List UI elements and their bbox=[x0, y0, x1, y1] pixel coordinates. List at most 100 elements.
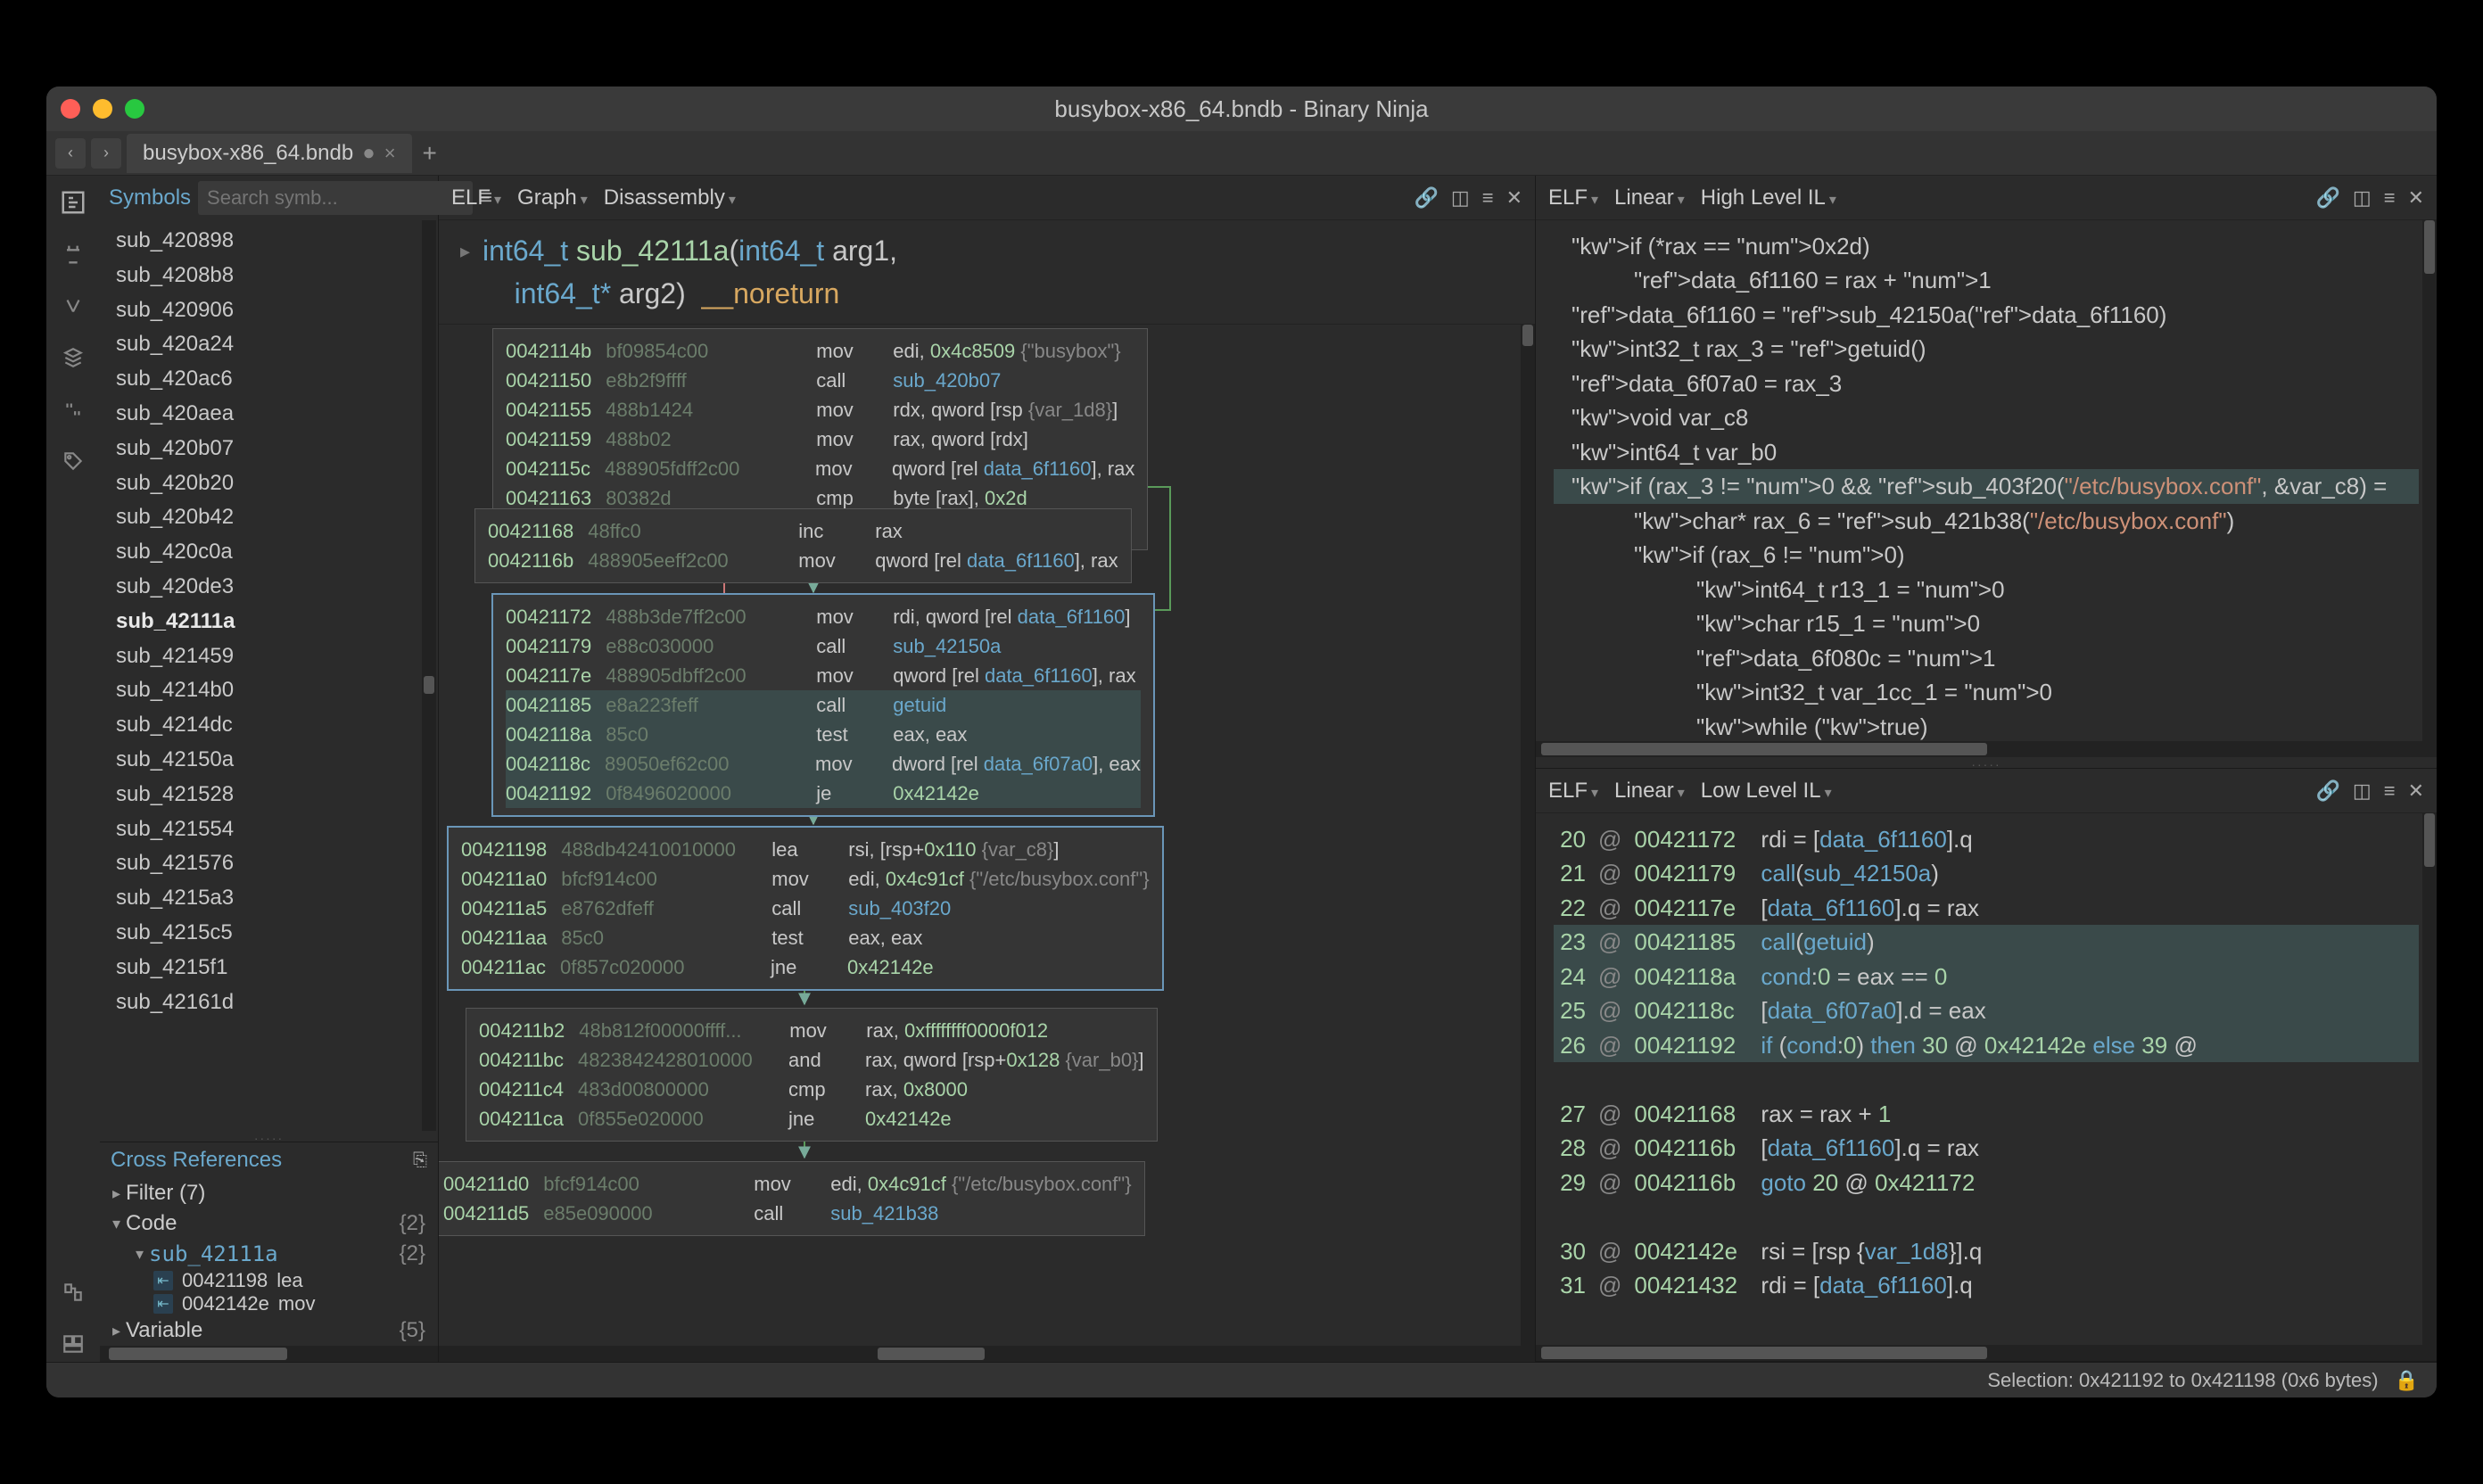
view-select[interactable]: Linear▾ bbox=[1614, 779, 1685, 804]
graph-hscroll[interactable] bbox=[439, 1346, 1535, 1362]
hlil-hscroll[interactable] bbox=[1536, 741, 2437, 757]
split-icon[interactable]: ◫ bbox=[2353, 186, 2372, 210]
symbol-item[interactable]: sub_42161d bbox=[100, 985, 438, 1020]
pane-resizer[interactable]: ····· bbox=[1536, 757, 2437, 768]
hlil-line[interactable]: "kw">int64_t r13_1 = "num">0 bbox=[1554, 573, 2419, 606]
graph-block[interactable]: 00421198488db42410010000learsi, [rsp+0x1… bbox=[448, 827, 1163, 990]
symbol-item[interactable]: sub_420ac6 bbox=[100, 362, 438, 397]
hlil-line[interactable]: "kw">int64_t var_b0 bbox=[1554, 435, 2419, 469]
hlil-line[interactable]: "kw">char r15_1 = "num">0 bbox=[1554, 606, 2419, 640]
asm-line[interactable]: 0042116848ffc0incrax bbox=[488, 516, 1118, 546]
symbol-item[interactable]: sub_421554 bbox=[100, 812, 438, 847]
asm-line[interactable]: 00421179e88c030000callsub_42150a bbox=[506, 631, 1141, 661]
asm-line[interactable]: 004211ca0f855e020000jne0x42142e bbox=[479, 1104, 1144, 1134]
types-icon[interactable] bbox=[55, 236, 91, 272]
link-icon[interactable]: 🔗 bbox=[2316, 186, 2340, 210]
xref-filter-row[interactable]: ▸Filter (7) bbox=[100, 1178, 438, 1208]
format-select[interactable]: ELF▾ bbox=[1548, 186, 1598, 210]
nav-forward-button[interactable]: › bbox=[91, 138, 121, 169]
hlil-line[interactable]: "kw">if (rax_6 != "num">0) bbox=[1554, 538, 2419, 572]
panel-resizer[interactable]: ····· bbox=[100, 1131, 438, 1142]
asm-line[interactable]: 0042118c89050ef62c00movdword [rel data_6… bbox=[506, 749, 1141, 779]
stack-icon[interactable] bbox=[55, 340, 91, 375]
symbol-item[interactable]: sub_420898 bbox=[100, 224, 438, 259]
symbol-item[interactable]: sub_4215f1 bbox=[100, 951, 438, 985]
llil-code[interactable]: 20@00421172rdi = [data_6f1160].q21@00421… bbox=[1536, 813, 2437, 1345]
menu-icon[interactable]: ≡ bbox=[2384, 779, 2396, 803]
llil-line[interactable]: 24@0042118acond:0 = eax == 0 bbox=[1554, 960, 2419, 993]
symbol-item[interactable]: sub_42150a bbox=[100, 743, 438, 778]
asm-line[interactable]: 004211a5e8762dfeffcallsub_403f20 bbox=[461, 894, 1150, 923]
xref-leaf[interactable]: ⇤ 0042142e mov bbox=[100, 1292, 438, 1315]
split-icon[interactable]: ◫ bbox=[1451, 186, 1470, 210]
symbol-item[interactable]: sub_4214b0 bbox=[100, 673, 438, 708]
symbol-item[interactable]: sub_420b07 bbox=[100, 432, 438, 466]
xref-hscroll[interactable] bbox=[100, 1346, 438, 1362]
close-window-button[interactable] bbox=[61, 99, 80, 119]
symbol-item[interactable]: sub_4215c5 bbox=[100, 916, 438, 951]
symbol-item[interactable]: sub_4208b8 bbox=[100, 259, 438, 293]
console-icon[interactable] bbox=[55, 1326, 91, 1362]
llil-line[interactable]: 21@00421179call(sub_42150a) bbox=[1554, 856, 2419, 890]
symbol-item[interactable]: sub_4214dc bbox=[100, 708, 438, 743]
menu-icon[interactable]: ≡ bbox=[2384, 186, 2396, 210]
llil-line[interactable]: 26@00421192if (cond:0) then 30 @ 0x42142… bbox=[1554, 1028, 2419, 1062]
xref-variable-row[interactable]: ▸Variable {5} bbox=[100, 1315, 438, 1346]
xref-code-row[interactable]: ▾Code {2} bbox=[100, 1208, 438, 1239]
asm-line[interactable]: 004211aa85c0testeax, eax bbox=[461, 923, 1150, 952]
asm-line[interactable]: 00421185e8a223feffcallgetuid bbox=[506, 690, 1141, 720]
llil-line[interactable]: 30@0042142ersi = [rsp {var_1d8}].q bbox=[1554, 1234, 2419, 1268]
view-select[interactable]: Graph▾ bbox=[517, 186, 588, 210]
symbols-icon[interactable] bbox=[55, 185, 91, 220]
link-icon[interactable]: 🔗 bbox=[1415, 186, 1439, 210]
llil-hscroll[interactable] bbox=[1536, 1345, 2437, 1361]
hlil-line[interactable]: "kw">while ("kw">true) bbox=[1554, 710, 2419, 741]
xref-code-fn-row[interactable]: ▾sub_42111a {2} bbox=[100, 1239, 438, 1269]
asm-line[interactable]: 004211ac0f857c020000jne0x42142e bbox=[461, 952, 1150, 982]
symbols-scrollbar[interactable] bbox=[422, 220, 436, 1131]
symbol-item[interactable]: sub_421576 bbox=[100, 846, 438, 881]
il-select[interactable]: High Level IL▾ bbox=[1701, 186, 1836, 210]
graph-block[interactable]: 004211d0bfcf914c00movedi, 0x4c91cf {"/et… bbox=[439, 1161, 1145, 1236]
symbol-item[interactable]: sub_420aea bbox=[100, 397, 438, 432]
llil-line[interactable]: 25@0042118c[data_6f07a0].d = eax bbox=[1554, 993, 2419, 1027]
graph-block[interactable]: 00421172488b3de7ff2c00movrdi, qword [rel… bbox=[492, 594, 1154, 816]
add-tab-button[interactable]: + bbox=[423, 139, 437, 168]
memory-map-icon[interactable] bbox=[55, 1274, 91, 1310]
symbol-item[interactable]: sub_420a24 bbox=[100, 327, 438, 362]
graph-view[interactable]: 0042114bbf09854c00movedi, 0x4c8509 {"bus… bbox=[439, 325, 1535, 1346]
collapse-icon[interactable]: ▸ bbox=[460, 236, 470, 315]
asm-line[interactable]: 004211d0bfcf914c00movedi, 0x4c91cf {"/et… bbox=[443, 1169, 1132, 1199]
llil-line[interactable] bbox=[1554, 1062, 2419, 1096]
symbol-item[interactable]: sub_420b42 bbox=[100, 500, 438, 535]
symbol-item[interactable]: sub_420906 bbox=[100, 293, 438, 328]
hlil-line[interactable]: "kw">int32_t rax_3 = "ref">getuid() bbox=[1554, 332, 2419, 366]
hlil-vscroll[interactable] bbox=[2422, 220, 2437, 741]
llil-line[interactable]: 23@00421185call(getuid) bbox=[1554, 925, 2419, 959]
il-select[interactable]: Low Level IL▾ bbox=[1701, 779, 1832, 804]
xref-export-icon[interactable]: ⎘ bbox=[413, 1150, 427, 1171]
hlil-line[interactable]: "kw">void var_c8 bbox=[1554, 400, 2419, 434]
symbol-item[interactable]: sub_421459 bbox=[100, 639, 438, 674]
close-pane-icon[interactable]: ✕ bbox=[2408, 779, 2424, 803]
llil-line[interactable] bbox=[1554, 1200, 2419, 1233]
asm-line[interactable]: 004211c4483d00800000cmprax, 0x8000 bbox=[479, 1075, 1144, 1104]
llil-line[interactable]: 20@00421172rdi = [data_6f1160].q bbox=[1554, 822, 2419, 856]
asm-line[interactable]: 004211bc4823842428010000andrax, qword [r… bbox=[479, 1045, 1144, 1075]
hlil-line[interactable]: "ref">data_6f1160 = rax + "num">1 bbox=[1554, 263, 2419, 297]
symbol-item[interactable]: sub_420b20 bbox=[100, 466, 438, 501]
hlil-code[interactable]: "kw">if (*rax == "num">0x2d)"ref">data_6… bbox=[1536, 220, 2437, 741]
asm-line[interactable]: 00421198488db42410010000learsi, [rsp+0x1… bbox=[461, 835, 1150, 864]
graph-block[interactable]: 004211b248b812f00000ffff...movrax, 0xfff… bbox=[466, 1008, 1158, 1142]
asm-line[interactable]: 00421159488b02movrax, qword [rdx] bbox=[506, 425, 1134, 454]
split-icon[interactable]: ◫ bbox=[2353, 779, 2372, 803]
format-select[interactable]: ELF▾ bbox=[1548, 779, 1598, 804]
minimize-window-button[interactable] bbox=[93, 99, 112, 119]
asm-line[interactable]: 00421155488b1424movrdx, qword [rsp {var_… bbox=[506, 395, 1134, 425]
lock-icon[interactable]: 🔒 bbox=[2395, 1369, 2419, 1392]
nav-back-button[interactable]: ‹ bbox=[55, 138, 86, 169]
hlil-line[interactable]: "ref">data_6f1160 = "ref">sub_42150a("re… bbox=[1554, 298, 2419, 332]
asm-line[interactable]: 0042117e488905dbff2c00movqword [rel data… bbox=[506, 661, 1141, 690]
llil-line[interactable]: 27@00421168rax = rax + 1 bbox=[1554, 1097, 2419, 1131]
llil-line[interactable]: 22@0042117e[data_6f1160].q = rax bbox=[1554, 891, 2419, 925]
